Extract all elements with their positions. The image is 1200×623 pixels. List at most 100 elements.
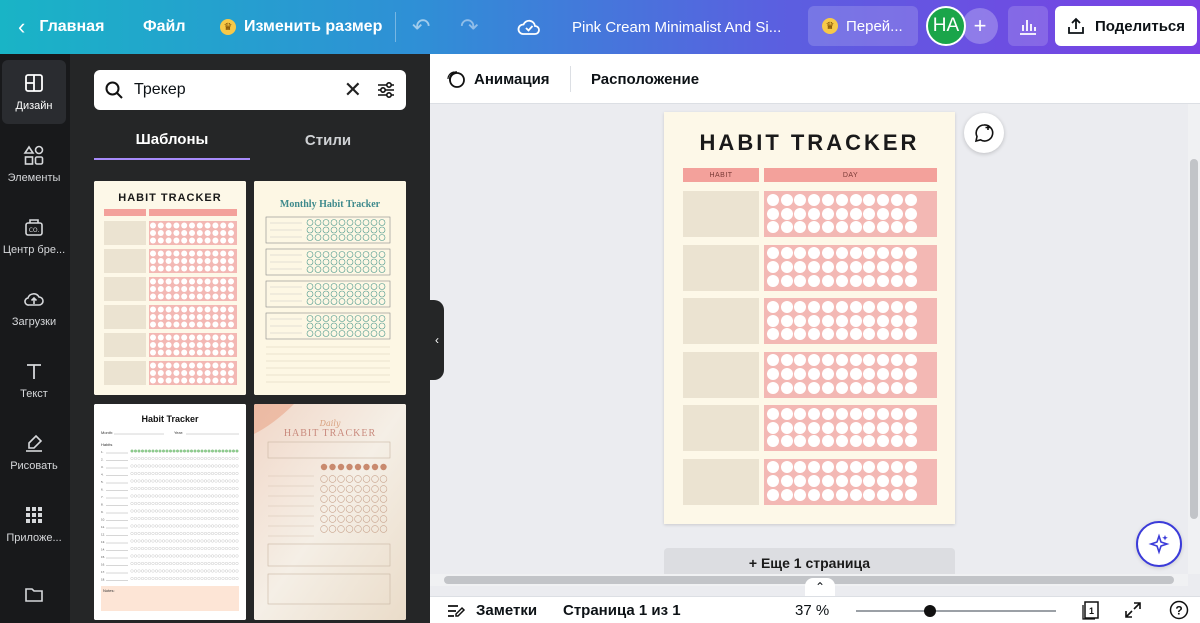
habit-cell[interactable] bbox=[683, 405, 759, 451]
notes-button[interactable]: Заметки bbox=[446, 597, 537, 623]
day-cell[interactable] bbox=[764, 458, 937, 505]
day-dot bbox=[835, 207, 848, 220]
invite-plus-button[interactable]: + bbox=[962, 8, 998, 44]
share-icon bbox=[1068, 17, 1084, 34]
day-cell[interactable] bbox=[764, 351, 937, 398]
day-dot bbox=[794, 207, 807, 220]
day-dot bbox=[849, 207, 862, 220]
day-dot bbox=[877, 381, 890, 394]
tab-templates[interactable]: Шаблоны bbox=[94, 120, 250, 160]
rail-item-design[interactable]: Дизайн bbox=[2, 60, 66, 124]
show-pages-button[interactable]: ⌃ bbox=[805, 578, 835, 596]
template-thumbnail[interactable]: Monthly Habit Tracker bbox=[254, 181, 406, 395]
fullscreen-button[interactable] bbox=[1122, 599, 1144, 621]
day-dot bbox=[766, 261, 779, 274]
file-label: Файл bbox=[143, 18, 186, 35]
habit-cell[interactable] bbox=[683, 191, 759, 237]
template-thumbnail[interactable]: Habit Tracker Month: Year: Habits 1. 2. 3.… bbox=[94, 404, 246, 620]
upgrade-button[interactable]: ♛ Перей... bbox=[808, 6, 918, 46]
day-dot bbox=[808, 435, 821, 448]
avatar[interactable]: НА bbox=[926, 6, 966, 46]
page-count-button[interactable]: 1 bbox=[1080, 599, 1102, 621]
chevron-left-icon: ‹ bbox=[18, 14, 26, 39]
day-dot bbox=[904, 261, 917, 274]
share-label: Поделиться bbox=[1094, 17, 1186, 35]
search-input[interactable]: Трекер ✕ bbox=[94, 70, 406, 110]
svg-text:14.: 14. bbox=[101, 548, 105, 552]
day-dot bbox=[904, 435, 917, 448]
magic-assistant-button[interactable] bbox=[1136, 521, 1182, 567]
filter-icon[interactable] bbox=[376, 80, 396, 100]
day-dot bbox=[835, 381, 848, 394]
day-dot bbox=[904, 314, 917, 327]
day-cell[interactable] bbox=[764, 191, 937, 237]
share-button[interactable]: Поделиться bbox=[1055, 6, 1197, 46]
rail-item-projects[interactable] bbox=[2, 574, 66, 614]
apps-icon bbox=[26, 507, 42, 523]
day-dot bbox=[863, 221, 876, 234]
svg-text:8.: 8. bbox=[101, 503, 104, 507]
day-dot bbox=[904, 221, 917, 234]
rail-item-apps[interactable]: Приложе... bbox=[2, 492, 66, 556]
day-cell[interactable] bbox=[764, 298, 937, 344]
design-page[interactable]: HABIT TRACKER HABIT DAY bbox=[664, 112, 955, 524]
insights-button[interactable] bbox=[1008, 6, 1048, 46]
habit-cell[interactable] bbox=[683, 244, 759, 291]
svg-text:12.: 12. bbox=[101, 533, 105, 537]
day-dot bbox=[822, 274, 835, 287]
habit-cell[interactable] bbox=[683, 458, 759, 505]
day-dot bbox=[794, 300, 807, 313]
zoom-level-text: 37 % bbox=[795, 602, 830, 619]
resize-button[interactable]: ♛ Изменить размер bbox=[220, 0, 382, 54]
day-cell[interactable] bbox=[764, 405, 937, 451]
day-cell[interactable] bbox=[764, 244, 937, 291]
day-dot bbox=[766, 328, 779, 341]
day-dots bbox=[766, 193, 918, 234]
collapse-panel-button[interactable]: ‹ bbox=[430, 300, 444, 380]
vertical-scrollbar[interactable] bbox=[1188, 104, 1200, 574]
day-dot bbox=[904, 368, 917, 381]
rail-item-brand[interactable]: CO. Центр бре... bbox=[2, 204, 66, 268]
help-button[interactable]: ? bbox=[1168, 599, 1190, 621]
rail-item-text[interactable]: Текст bbox=[2, 348, 66, 412]
day-dot bbox=[780, 328, 793, 341]
redo-button[interactable]: ↷ bbox=[460, 0, 478, 54]
day-dot bbox=[863, 368, 876, 381]
day-dot bbox=[904, 461, 917, 474]
help-icon: ? bbox=[1169, 600, 1189, 620]
day-dot bbox=[877, 407, 890, 420]
rail-item-elements[interactable]: Элементы bbox=[2, 132, 66, 196]
add-comment-button[interactable] bbox=[964, 113, 1004, 153]
animation-button[interactable]: Анимация bbox=[446, 54, 550, 104]
template-thumbnail[interactable]: HABIT TRACKER bbox=[94, 181, 246, 395]
search-icon bbox=[105, 81, 123, 99]
file-menu-button[interactable]: Файл bbox=[143, 0, 186, 54]
habit-cell[interactable] bbox=[683, 351, 759, 398]
day-dot bbox=[849, 368, 862, 381]
day-dot bbox=[849, 354, 862, 367]
rail-item-draw[interactable]: Рисовать bbox=[2, 420, 66, 484]
habit-cell[interactable] bbox=[683, 298, 759, 344]
scrollbar-thumb[interactable] bbox=[1190, 159, 1198, 519]
day-dot bbox=[891, 314, 904, 327]
day-dot bbox=[794, 247, 807, 260]
day-dot bbox=[766, 221, 779, 234]
day-dot bbox=[808, 488, 821, 501]
animation-icon bbox=[447, 71, 465, 88]
rail-item-uploads[interactable]: Загрузки bbox=[2, 276, 66, 340]
day-dot bbox=[904, 421, 917, 434]
save-status-button[interactable] bbox=[517, 0, 541, 54]
clear-search-icon[interactable]: ✕ bbox=[344, 77, 362, 103]
zoom-slider[interactable] bbox=[856, 605, 1056, 617]
zoom-slider-knob[interactable] bbox=[924, 605, 936, 617]
day-dot bbox=[808, 407, 821, 420]
tab-styles[interactable]: Стили bbox=[250, 120, 406, 160]
home-button[interactable]: ‹ Главная bbox=[18, 0, 104, 54]
rail-item-label: Дизайн bbox=[15, 100, 53, 112]
position-button[interactable]: Расположение bbox=[591, 54, 699, 104]
undo-button[interactable]: ↶ bbox=[412, 0, 430, 54]
document-title[interactable]: Pink Cream Minimalist And Si... bbox=[572, 0, 787, 54]
add-page-label: + Еще 1 страница bbox=[748, 555, 871, 571]
zoom-level[interactable]: 37 % bbox=[795, 597, 829, 623]
template-thumbnail[interactable]: Daily HABIT TRACKER bbox=[254, 404, 406, 620]
